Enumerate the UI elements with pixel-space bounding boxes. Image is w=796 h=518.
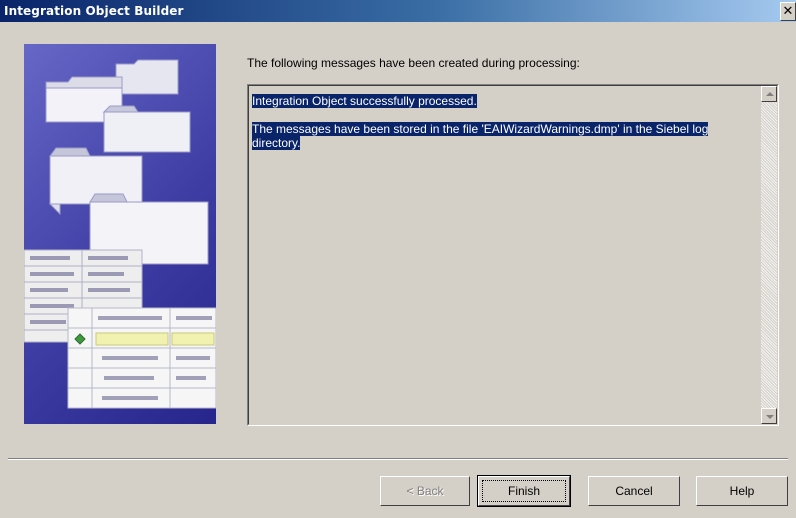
messages-content[interactable]: Integration Object successfully processe… — [252, 94, 752, 150]
table-sheet — [67, 307, 216, 409]
window-title: Integration Object Builder — [4, 4, 184, 18]
back-button[interactable]: < Back — [380, 476, 470, 506]
scroll-down-icon[interactable] — [761, 408, 777, 424]
close-icon[interactable]: ✕ — [780, 2, 796, 21]
vertical-scrollbar[interactable] — [761, 86, 777, 424]
message-line-log-location: The messages have been stored in the fil… — [252, 122, 709, 150]
wizard-illustration — [24, 44, 216, 424]
title-bar: Integration Object Builder ✕ — [0, 0, 796, 22]
messages-textarea[interactable]: Integration Object successfully processe… — [247, 84, 779, 426]
cancel-button[interactable]: Cancel — [588, 476, 680, 506]
finish-button[interactable]: Finish — [477, 475, 571, 507]
focus-rectangle — [482, 480, 566, 502]
folder-shape — [115, 59, 179, 95]
folder-shape — [102, 105, 191, 153]
footer-divider-highlight — [8, 459, 788, 460]
page-heading: The following messages have been created… — [247, 56, 580, 70]
folders-illustration-graphic — [24, 59, 216, 409]
scroll-up-icon[interactable] — [761, 86, 777, 102]
help-button[interactable]: Help — [696, 476, 788, 506]
message-line-success: Integration Object successfully processe… — [252, 94, 477, 108]
